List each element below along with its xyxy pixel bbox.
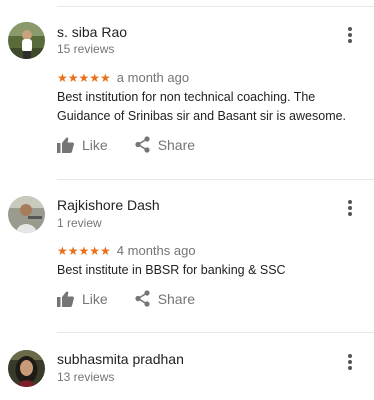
review-actions: Like Share: [57, 136, 195, 153]
rating-row: ★★★★★ 4 months ago: [57, 243, 196, 258]
reviewer-review-count[interactable]: 15 reviews: [57, 42, 114, 56]
reviewer-avatar[interactable]: [8, 196, 45, 233]
star-rating: ★★★★★: [57, 70, 111, 85]
review-divider: [57, 179, 374, 180]
top-divider: [57, 6, 374, 7]
rating-row: ★★★★★ a month ago: [57, 70, 189, 85]
review-text: Best institute in BBSR for banking & SSC: [57, 263, 286, 277]
reviewer-review-count[interactable]: 13 reviews: [57, 370, 114, 384]
like-label: Like: [82, 136, 108, 153]
more-options-button[interactable]: [338, 23, 362, 47]
share-label: Share: [157, 136, 196, 153]
more-vert-icon: [348, 200, 352, 216]
star-rating: ★★★★★: [57, 243, 111, 258]
thumb-up-icon: [57, 137, 74, 153]
more-vert-icon: [348, 354, 352, 370]
reviewer-avatar[interactable]: [8, 22, 45, 59]
share-button[interactable]: Share: [135, 136, 195, 153]
reviews-list: s. siba Rao 15 reviews ★★★★★ a month ago…: [0, 0, 374, 400]
review-divider: [57, 332, 374, 333]
more-options-button[interactable]: [338, 350, 362, 374]
reviewer-avatar[interactable]: [8, 350, 45, 387]
like-button[interactable]: Like: [57, 137, 108, 153]
review-text: Best institution for non technical coach…: [57, 90, 347, 123]
like-label: Like: [82, 290, 108, 307]
review-time: 4 months ago: [116, 243, 196, 258]
more-vert-icon: [348, 27, 352, 43]
share-icon: [135, 290, 150, 307]
share-icon: [135, 136, 150, 153]
share-button[interactable]: Share: [135, 290, 195, 307]
reviewer-name[interactable]: s. siba Rao: [57, 24, 127, 40]
reviewer-review-count[interactable]: 1 review: [57, 216, 102, 230]
share-label: Share: [157, 290, 196, 307]
like-button[interactable]: Like: [57, 291, 108, 307]
review-time: a month ago: [116, 70, 190, 85]
more-options-button[interactable]: [338, 196, 362, 220]
review-actions: Like Share: [57, 290, 195, 307]
thumb-up-icon: [57, 291, 74, 307]
reviewer-name[interactable]: Rajkishore Dash: [57, 197, 160, 213]
reviewer-name[interactable]: subhasmita pradhan: [57, 351, 184, 367]
